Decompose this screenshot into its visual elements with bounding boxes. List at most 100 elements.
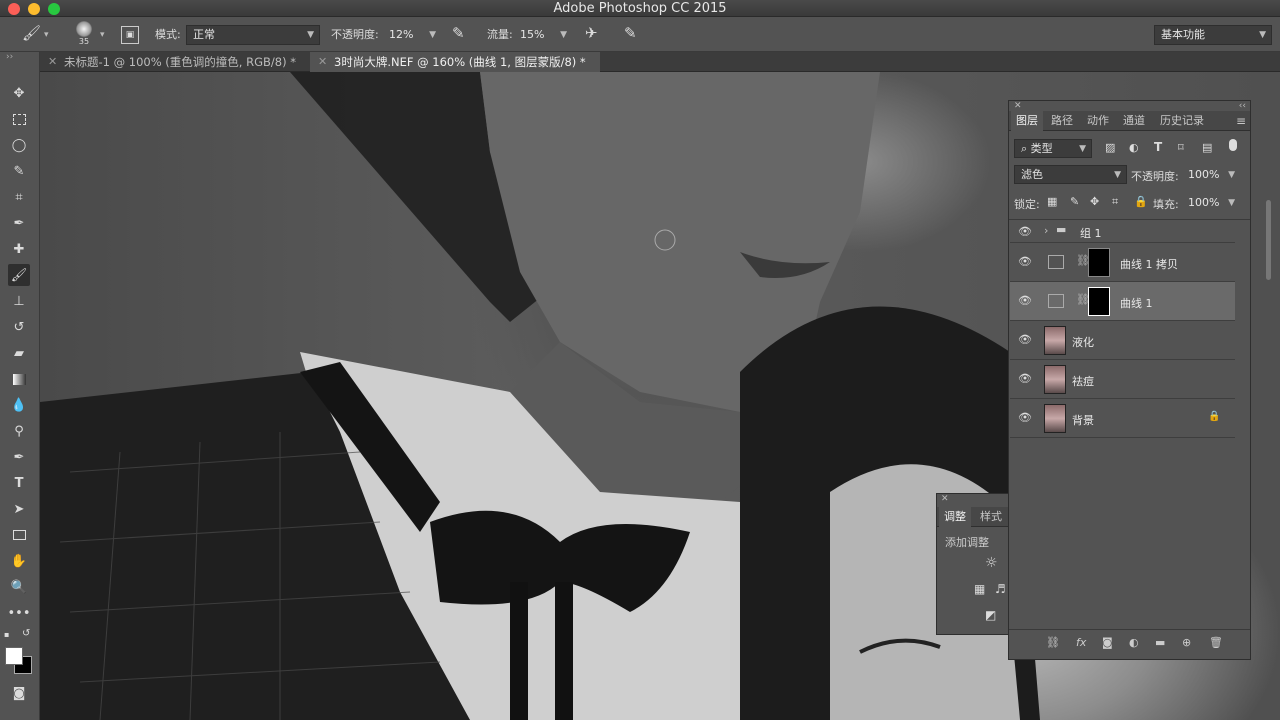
foreground-color-swatch[interactable] — [5, 647, 23, 665]
zoom-tool-icon[interactable]: 🔍 — [8, 576, 30, 598]
gradient-tool-icon[interactable] — [8, 368, 30, 390]
brush-panel-toggle-icon[interactable]: ▣ — [121, 26, 139, 44]
filter-type-icon[interactable]: T — [1154, 140, 1162, 154]
add-mask-icon[interactable]: ◙ — [1102, 636, 1113, 649]
tools-panel: ›› ✥ ◯ ✎ ⌗ ✒ ✚ 🖌 ⊥ ↺ ▰ 💧 ⚲ ✒ T ➤ ✋ 🔍 •••… — [0, 52, 40, 720]
link-layers-icon[interactable]: ⛓ — [1046, 636, 1060, 649]
brush-tool-icon[interactable]: 🖌 — [22, 24, 41, 42]
quick-selection-tool-icon[interactable]: ✎ — [8, 160, 30, 182]
layer-style-fx-icon[interactable]: fx — [1076, 636, 1086, 649]
visibility-eye-icon[interactable]: 👁 — [1018, 225, 1032, 238]
filter-adjustment-icon[interactable]: ◐ — [1129, 141, 1139, 154]
layer-filter-select[interactable]: ⌕ 类型 ▼ — [1014, 139, 1092, 158]
exposure-icon[interactable]: ◩ — [985, 608, 996, 622]
brush-preset-picker[interactable]: 35 — [76, 21, 92, 46]
lock-image-icon[interactable]: ✎ — [1070, 195, 1079, 208]
more-tools-icon[interactable]: ••• — [8, 602, 31, 624]
eyedropper-tool-icon[interactable]: ✒ — [8, 212, 30, 234]
layer-row-blemish[interactable]: 👁 祛痘 — [1010, 360, 1235, 399]
expand-group-chevron-icon[interactable]: › — [1044, 224, 1048, 237]
tool-preset-chevron-icon[interactable]: ▾ — [44, 26, 49, 44]
type-tool-icon[interactable]: T — [8, 472, 30, 494]
blend-mode-select[interactable]: 滤色 ▼ — [1014, 165, 1127, 184]
visibility-eye-icon[interactable]: 👁 — [1018, 411, 1032, 424]
visibility-eye-icon[interactable]: 👁 — [1018, 255, 1032, 268]
document-tab-active[interactable]: ✕ 3时尚大牌.NEF @ 160% (曲线 1, 图层蒙版/8) * — [310, 52, 600, 72]
tab-adjustments[interactable]: 调整 — [939, 507, 971, 527]
lock-position-icon[interactable]: ✥ — [1090, 195, 1099, 208]
lock-all-icon[interactable]: 🔒 — [1134, 195, 1148, 208]
path-selection-tool-icon[interactable]: ➤ — [8, 498, 30, 520]
pressure-size-icon[interactable]: ✎ — [624, 24, 637, 42]
pen-tool-icon[interactable]: ✒ — [8, 446, 30, 468]
mode-select[interactable]: 正常 ▼ — [186, 25, 320, 45]
layer-mask-thumbnail[interactable] — [1088, 248, 1110, 277]
lasso-tool-icon[interactable]: ◯ — [8, 134, 30, 156]
default-colors-icon[interactable]: ▪ — [4, 630, 9, 639]
history-brush-tool-icon[interactable]: ↺ — [8, 316, 30, 338]
document-tab-untitled[interactable]: ✕ 未标题-1 @ 100% (重色调的撞色, RGB/8) * — [40, 52, 308, 72]
layer-row-background[interactable]: 👁 背景 🔒 — [1010, 399, 1235, 438]
dodge-tool-icon[interactable]: ⚲ — [8, 420, 30, 442]
minimize-window-button[interactable] — [28, 3, 40, 15]
healing-brush-tool-icon[interactable]: ✚ — [8, 238, 30, 260]
close-window-button[interactable] — [8, 3, 20, 15]
visibility-eye-icon[interactable]: 👁 — [1018, 333, 1032, 346]
pressure-opacity-icon[interactable]: ✎ — [452, 24, 465, 42]
airbrush-icon[interactable]: ✈ — [585, 24, 598, 42]
move-tool-icon[interactable]: ✥ — [8, 82, 30, 104]
layer-row-group[interactable]: 👁 › ▬ 组 1 — [1010, 220, 1235, 243]
visibility-eye-icon[interactable]: 👁 — [1018, 294, 1032, 307]
brush-tool-icon[interactable]: 🖌 — [8, 264, 30, 286]
marquee-tool-icon[interactable] — [8, 108, 30, 130]
visibility-eye-icon[interactable]: 👁 — [1018, 372, 1032, 385]
close-panel-icon[interactable]: ✕ — [941, 494, 949, 504]
zoom-window-button[interactable] — [48, 3, 60, 15]
quick-mask-icon[interactable]: ◙ — [8, 682, 30, 704]
new-adjustment-layer-icon[interactable]: ◐ — [1129, 636, 1139, 649]
tab-channels[interactable]: 通道 — [1118, 111, 1150, 131]
tab-styles[interactable]: 样式 — [975, 507, 1007, 527]
layer-row-curves-selected[interactable]: 👁 ⛓ 曲线 1 — [1010, 282, 1235, 321]
filter-shape-icon[interactable]: ⌑ — [1178, 141, 1184, 154]
brush-picker-chevron-icon[interactable]: ▾ — [100, 26, 105, 44]
brightness-contrast-icon[interactable]: ☼ — [985, 555, 998, 571]
close-tab-icon[interactable]: ✕ — [48, 52, 57, 72]
layer-row-curves-copy[interactable]: 👁 ⛓ 曲线 1 拷贝 — [1010, 243, 1235, 282]
lock-artboard-icon[interactable]: ⌗ — [1112, 195, 1118, 209]
flow-field[interactable]: 15% ▼ — [513, 25, 573, 45]
workspace-select[interactable]: 基本功能 ▼ — [1154, 25, 1272, 45]
new-layer-icon[interactable]: ⊕ — [1182, 636, 1191, 649]
new-group-icon[interactable]: ▬ — [1155, 636, 1165, 649]
close-tab-icon[interactable]: ✕ — [318, 52, 327, 72]
eraser-tool-icon[interactable]: ▰ — [8, 342, 30, 364]
filter-smart-object-icon[interactable]: ▤ — [1202, 141, 1212, 154]
tab-layers[interactable]: 图层 — [1011, 111, 1043, 131]
blur-tool-icon[interactable]: 💧 — [8, 394, 30, 416]
tab-actions[interactable]: 动作 — [1082, 111, 1114, 131]
tab-history[interactable]: 历史记录 — [1155, 111, 1209, 131]
layer-opacity-field[interactable]: 100% ▼ — [1181, 165, 1241, 184]
lock-transparent-icon[interactable]: ▦ — [1047, 195, 1057, 208]
clone-stamp-tool-icon[interactable]: ⊥ — [8, 290, 30, 312]
levels-icon[interactable]: ▦ — [974, 582, 985, 596]
panel-menu-icon[interactable]: ≡ — [1231, 111, 1251, 131]
rectangle-tool-icon[interactable] — [8, 524, 30, 546]
curves-icon[interactable]: ♬ — [995, 582, 1006, 596]
layer-mask-thumbnail[interactable] — [1088, 287, 1110, 316]
delete-layer-icon[interactable]: 🗑 — [1209, 636, 1223, 649]
collapse-panel-icon[interactable]: ‹‹ — [1239, 101, 1246, 111]
tab-paths[interactable]: 路径 — [1046, 111, 1078, 131]
swap-colors-icon[interactable]: ↺ — [22, 628, 30, 639]
close-panel-icon[interactable]: ✕ — [1014, 101, 1022, 111]
opacity-field[interactable]: 12% ▼ — [382, 25, 442, 45]
hand-tool-icon[interactable]: ✋ — [8, 550, 30, 572]
crop-tool-icon[interactable]: ⌗ — [8, 186, 30, 208]
filter-toggle-icon[interactable] — [1229, 139, 1237, 151]
layer-row-liquify[interactable]: 👁 液化 — [1010, 321, 1235, 360]
collapse-tools-icon[interactable]: ›› — [6, 52, 13, 62]
filter-pixel-icon[interactable]: ▨ — [1105, 141, 1115, 154]
folder-icon: ▬ — [1056, 223, 1067, 236]
canvas-scrollbar[interactable] — [1266, 200, 1271, 280]
fill-field[interactable]: 100% ▼ — [1181, 193, 1241, 212]
